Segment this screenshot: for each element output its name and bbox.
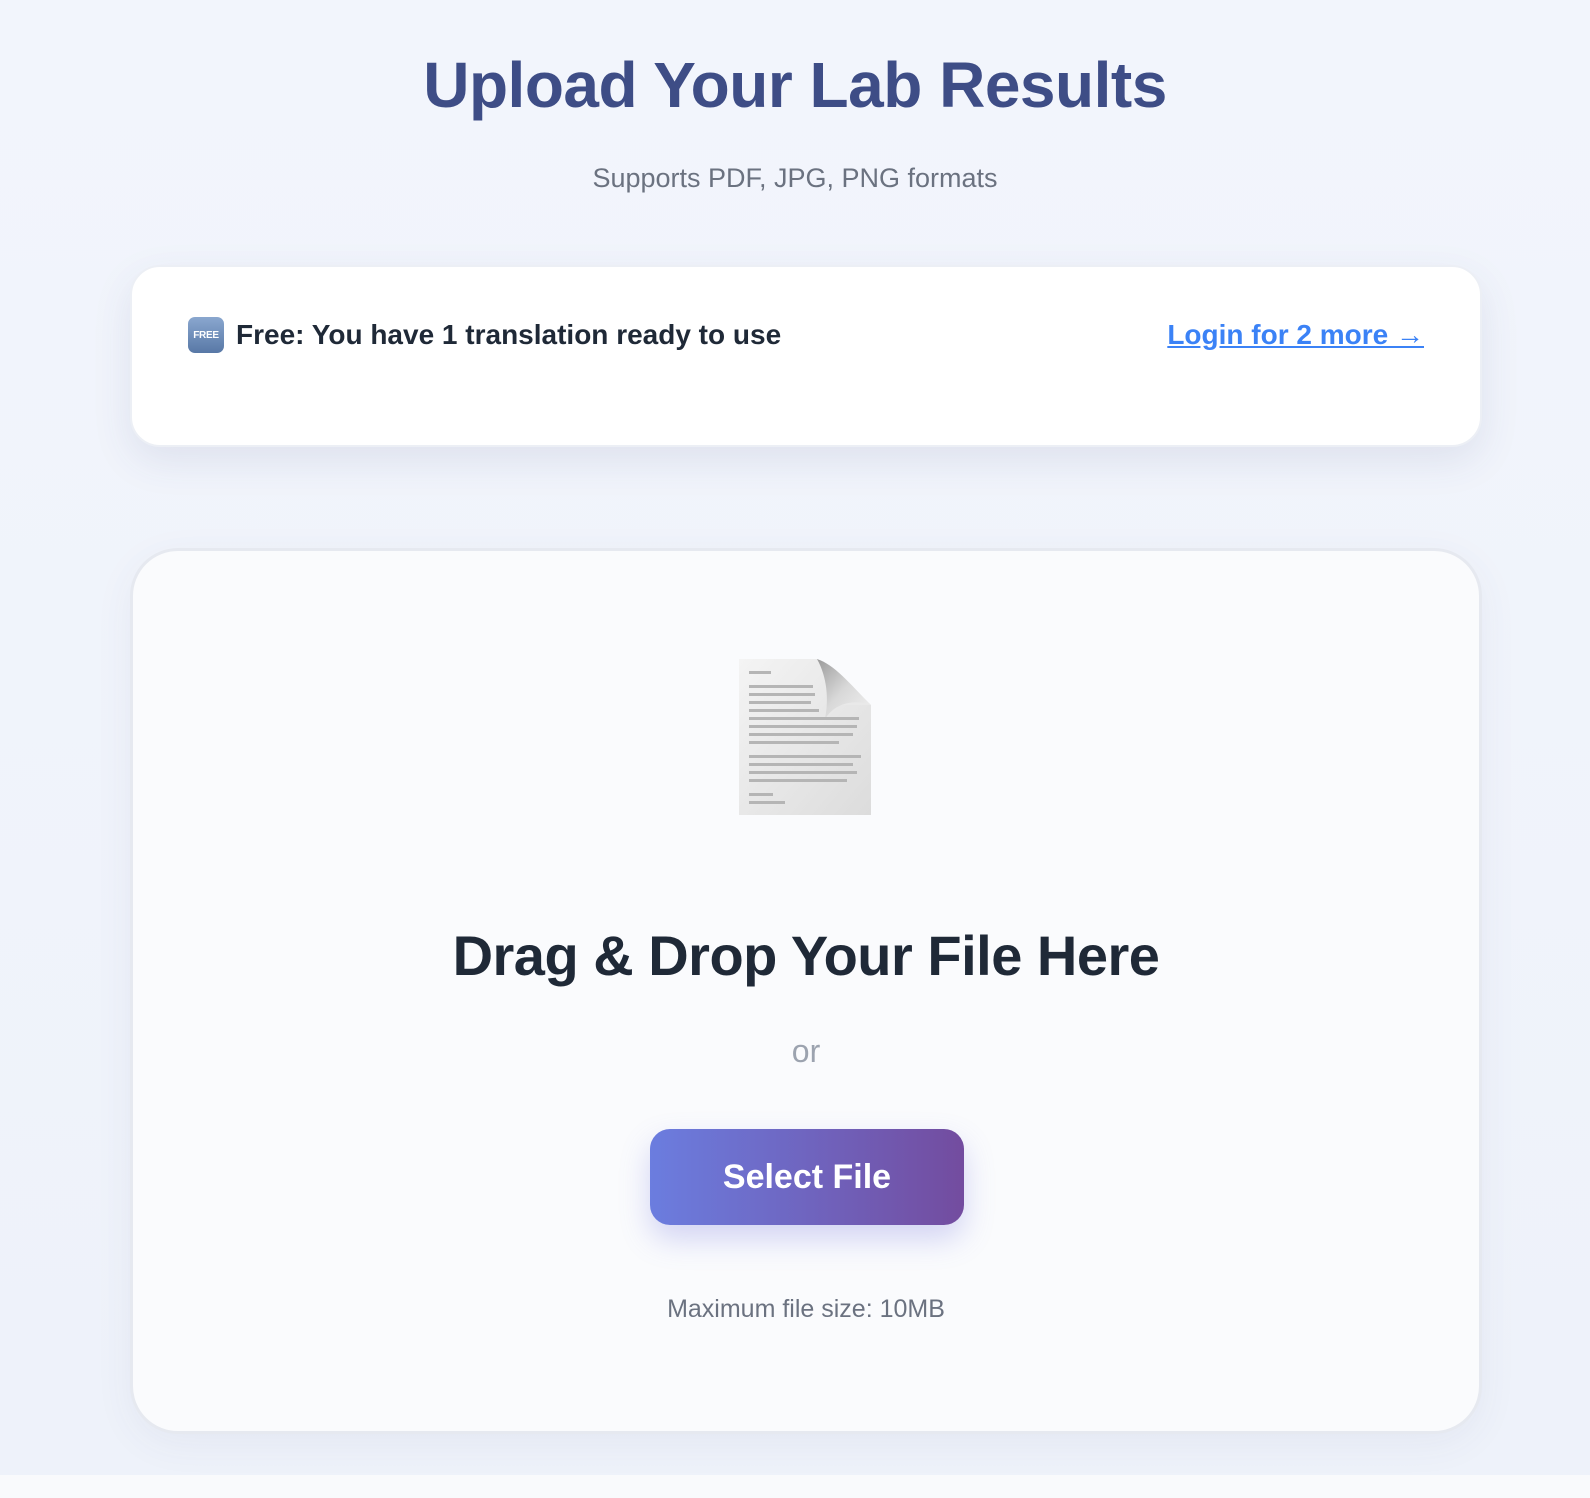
max-file-size-note: Maximum file size: 10MB xyxy=(667,1295,945,1323)
page-subtitle: Supports PDF, JPG, PNG formats xyxy=(592,163,998,193)
file-dropzone[interactable]: Drag & Drop Your File Here or Select Fil… xyxy=(130,548,1482,1434)
select-file-button[interactable]: Select File xyxy=(650,1129,964,1225)
free-translation-banner: FREE Free: You have 1 translation ready … xyxy=(130,265,1482,447)
footer-strip xyxy=(0,1475,1590,1498)
login-link[interactable]: Login for 2 more → xyxy=(1167,319,1424,351)
banner-info: FREE Free: You have 1 translation ready … xyxy=(188,317,781,353)
page: Upload Your Lab Results Supports PDF, JP… xyxy=(0,0,1590,1475)
banner-text: Free: You have 1 translation ready to us… xyxy=(236,319,782,350)
free-icon: FREE xyxy=(188,317,224,353)
or-separator: or xyxy=(791,1033,821,1069)
dropzone-title: Drag & Drop Your File Here xyxy=(452,924,1160,987)
page-title: Upload Your Lab Results xyxy=(423,49,1167,121)
document-icon xyxy=(739,659,871,815)
